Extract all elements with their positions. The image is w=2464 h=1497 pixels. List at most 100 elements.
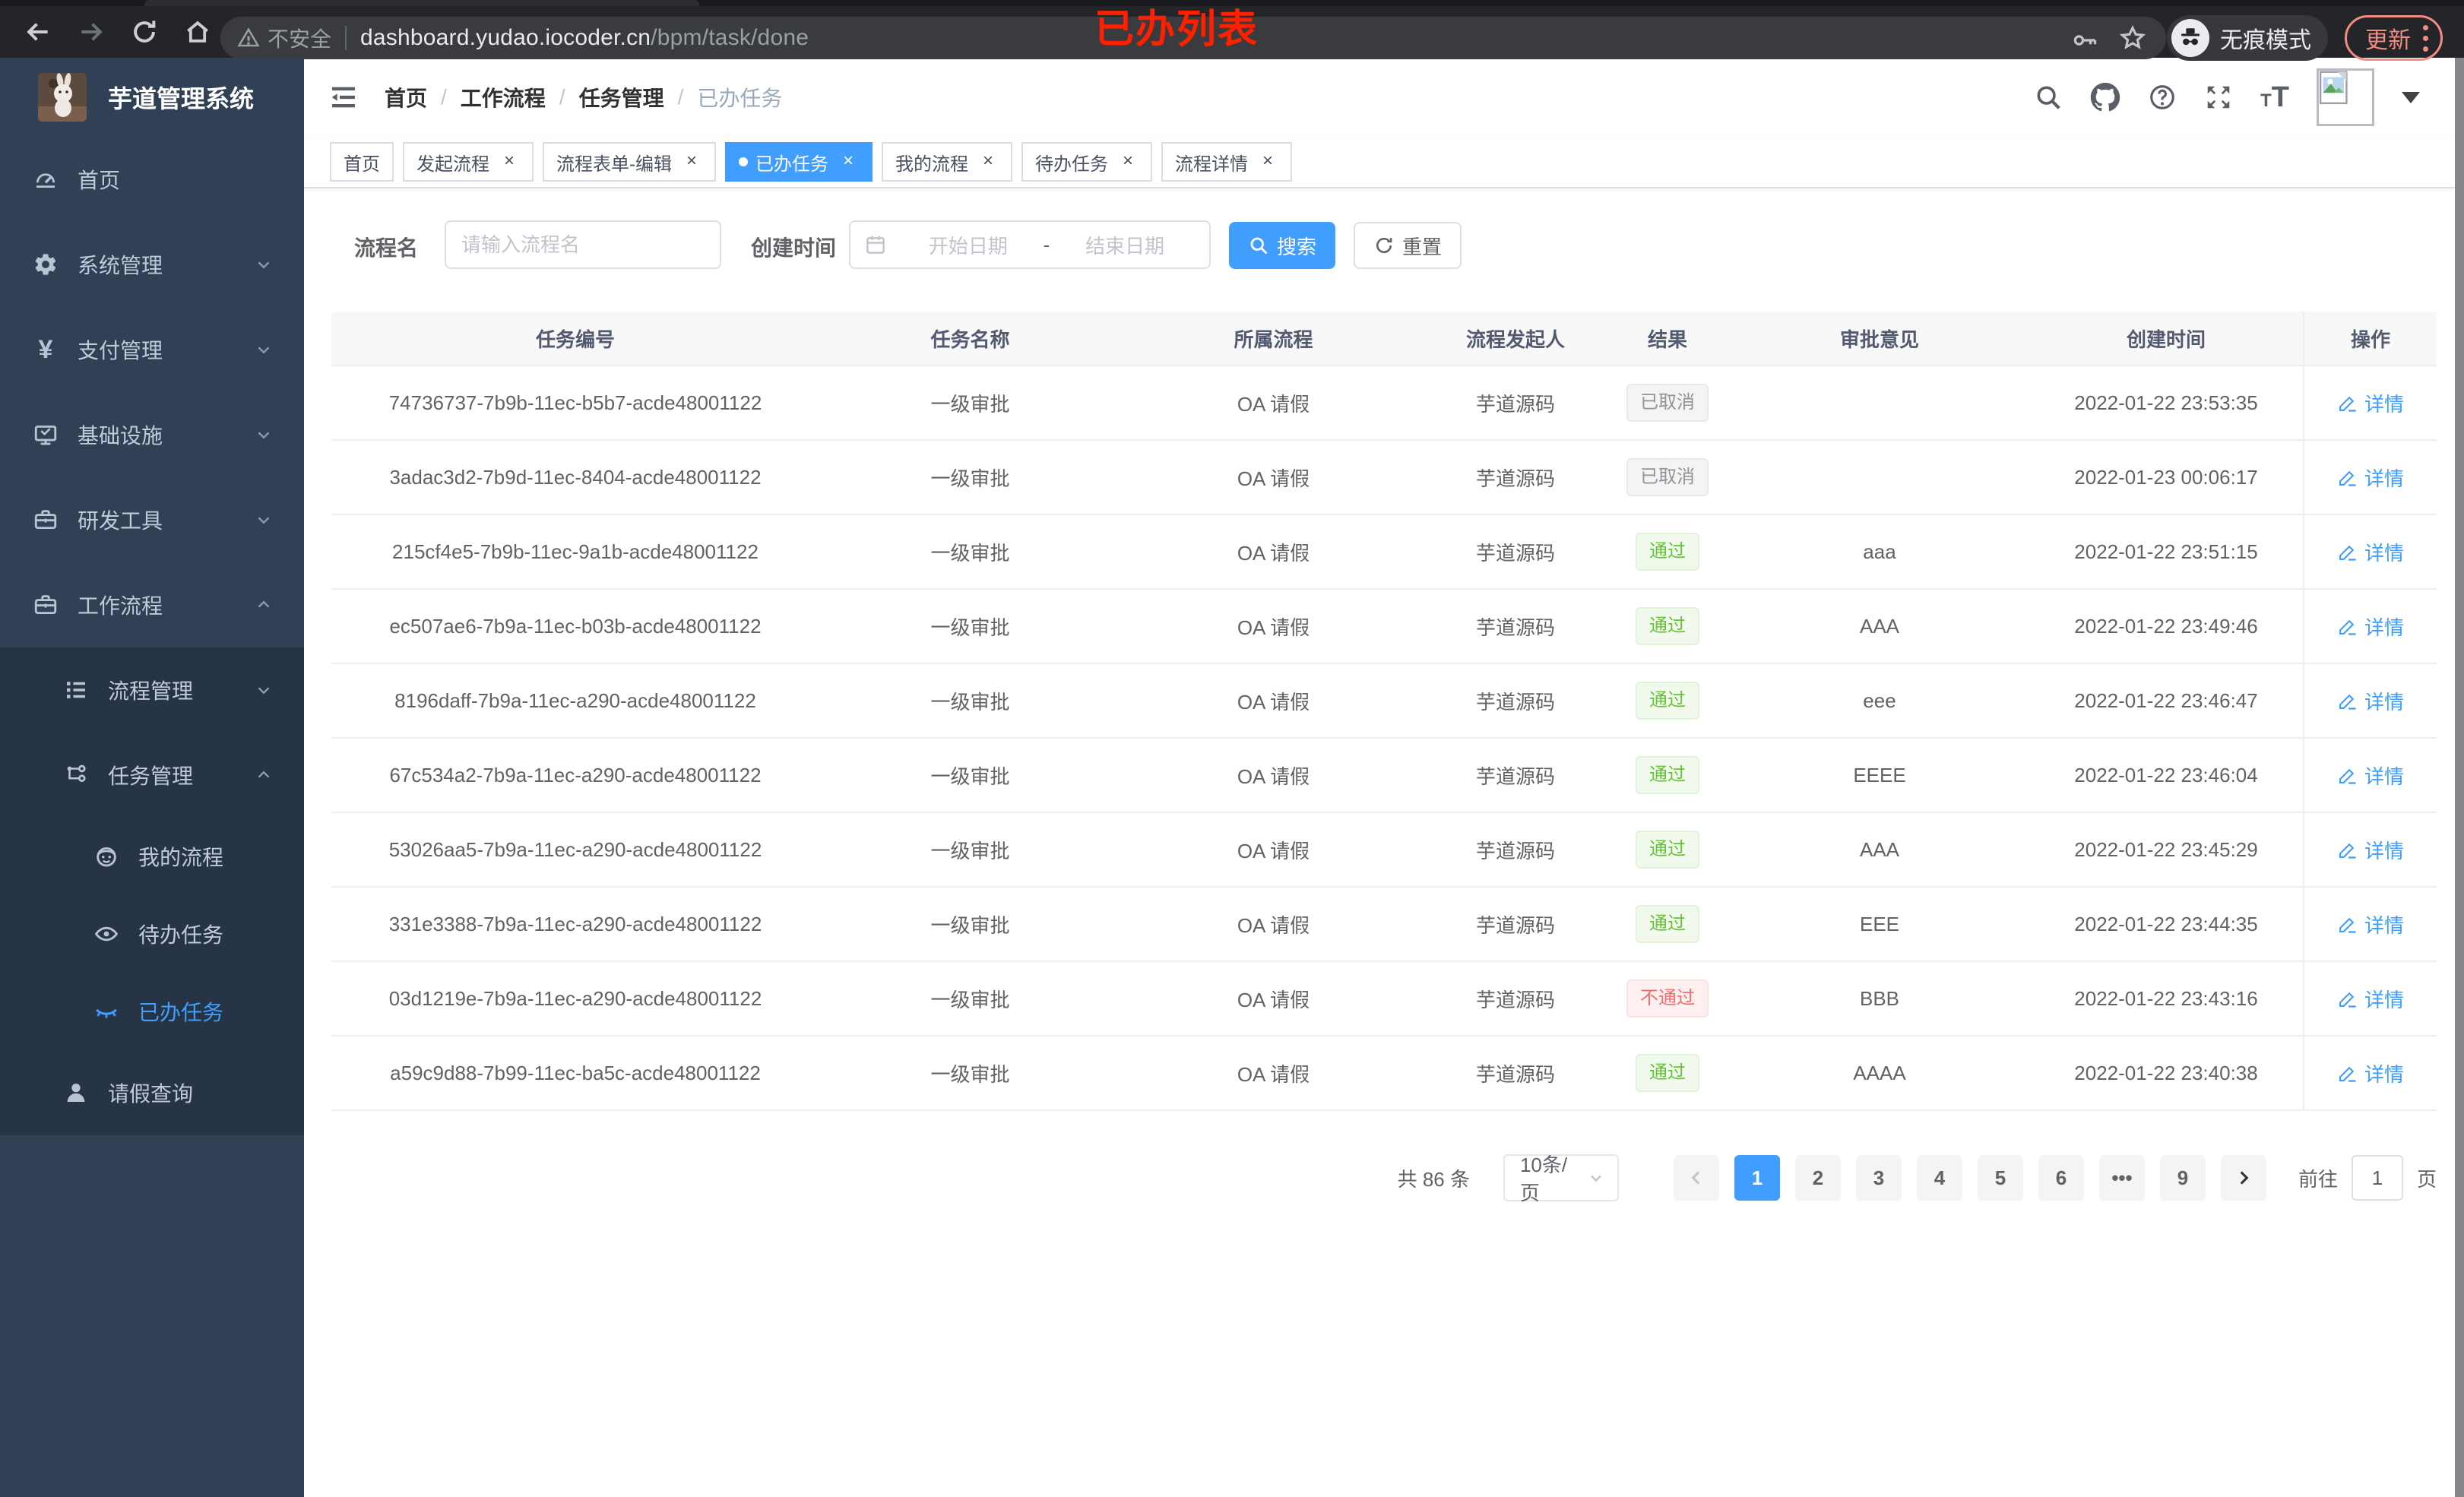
tab-已办任务[interactable]: 已办任务 × — [725, 142, 873, 182]
github-icon[interactable] — [2090, 82, 2120, 112]
fullscreen-icon[interactable] — [2204, 83, 2233, 112]
browser-update-button[interactable]: 更新 — [2345, 15, 2443, 61]
tab-我的流程[interactable]: 我的流程 × — [882, 142, 1012, 182]
forward-button[interactable] — [74, 15, 108, 49]
cell-task-id: ec507ae6-7b9a-11ec-b03b-acde48001122 — [389, 614, 762, 638]
breadcrumb-item-首页[interactable]: 首页 — [385, 82, 427, 112]
page-button-2[interactable]: 2 — [1794, 1155, 1841, 1201]
sidebar-item-工作流程[interactable]: 工作流程 — [0, 562, 304, 647]
page-button-6[interactable]: 6 — [2038, 1155, 2084, 1201]
cell-created-time: 2022-01-22 23:45:29 — [2074, 837, 2258, 861]
sidebar-item-基础设施[interactable]: 基础设施 — [0, 392, 304, 477]
table-header-row: 任务编号 任务名称 所属流程 流程发起人 结果 审批意见 创建时间 操作 — [331, 312, 2437, 365]
cell-process: OA 请假 — [1237, 392, 1310, 416]
pencil-icon — [2337, 690, 2358, 711]
browser-menu-icon[interactable] — [2423, 24, 2428, 52]
detail-link[interactable]: 详情 — [2337, 389, 2404, 417]
detail-link[interactable]: 详情 — [2337, 985, 2404, 1013]
goto-page-input[interactable] — [2351, 1155, 2403, 1201]
detail-link[interactable]: 详情 — [2337, 1059, 2404, 1087]
close-icon[interactable]: × — [1117, 151, 1139, 172]
page-button-4[interactable]: 4 — [1916, 1155, 1962, 1201]
gear-icon — [30, 252, 61, 277]
bookmark-star-icon[interactable] — [2118, 24, 2147, 52]
detail-link[interactable]: 详情 — [2337, 836, 2404, 864]
font-size-icon[interactable]: TT — [2260, 81, 2289, 114]
detail-link[interactable]: 详情 — [2337, 538, 2404, 566]
process-name-input[interactable] — [445, 220, 721, 269]
back-button[interactable] — [21, 15, 55, 49]
reset-button[interactable]: 重置 — [1354, 222, 1462, 269]
total-count: 共 86 条 — [1397, 1167, 1470, 1191]
app-logo-row[interactable]: 芋道管理系统 — [0, 58, 304, 137]
sidebar-item-首页[interactable]: 首页 — [0, 137, 304, 222]
sidebar-item-流程管理[interactable]: 流程管理 — [0, 647, 304, 733]
home-button[interactable] — [181, 15, 214, 49]
sidebar-item-支付管理[interactable]: ¥ 支付管理 — [0, 307, 304, 392]
detail-link[interactable]: 详情 — [2337, 761, 2404, 790]
sidebar-item-待办任务[interactable]: 待办任务 — [0, 895, 304, 973]
cell-created-time: 2022-01-22 23:49:46 — [2074, 614, 2258, 638]
page-unit-label: 页 — [2416, 1167, 2437, 1191]
pencil-icon — [2337, 913, 2358, 935]
breadcrumb-item-任务管理[interactable]: 任务管理 — [579, 82, 664, 112]
detail-link[interactable]: 详情 — [2337, 687, 2404, 715]
sidebar-item-系统管理[interactable]: 系统管理 — [0, 222, 304, 307]
page-size-select[interactable]: 10条/页 — [1503, 1154, 1619, 1204]
cell-created-time: 2022-01-22 23:53:35 — [2074, 391, 2258, 414]
sidebar-collapse-icon[interactable] — [328, 82, 359, 112]
reload-button[interactable] — [128, 15, 161, 49]
scrollbar-strip[interactable] — [2455, 58, 2464, 1497]
cell-comment: EEEE — [1853, 763, 1906, 786]
tab-首页[interactable]: 首页 — [330, 142, 394, 182]
sidebar-item-label: 待办任务 — [138, 923, 224, 947]
next-page-button[interactable] — [2220, 1155, 2266, 1201]
table-row: 8196daff-7b9a-11ec-a290-acde48001122 一级审批… — [331, 663, 2437, 737]
status-badge: 已取消 — [1626, 384, 1709, 422]
app-logo-rabbit-image — [38, 73, 87, 122]
cell-result: 通过 — [1605, 682, 1730, 720]
detail-link[interactable]: 详情 — [2337, 612, 2404, 641]
cell-result: 通过 — [1605, 1054, 1730, 1092]
tab-流程详情[interactable]: 流程详情 × — [1161, 142, 1292, 182]
page-button-3[interactable]: 3 — [1855, 1155, 1902, 1201]
avatar-dropdown-caret[interactable] — [2402, 91, 2420, 103]
sidebar-item-请假查询[interactable]: 请假查询 — [0, 1050, 304, 1135]
tab-label: 流程表单-编辑 — [556, 153, 672, 175]
sidebar-item-任务管理[interactable]: 任务管理 — [0, 733, 304, 818]
sidebar-item-我的流程[interactable]: 我的流程 — [0, 818, 304, 895]
create-time-range-picker[interactable]: 开始日期 - 结束日期 — [849, 220, 1211, 269]
toolbox-icon — [30, 507, 61, 533]
detail-link[interactable]: 详情 — [2337, 464, 2404, 492]
help-icon[interactable] — [2148, 83, 2177, 112]
page-button-5[interactable]: 5 — [1977, 1155, 2023, 1201]
sidebar-item-研发工具[interactable]: 研发工具 — [0, 477, 304, 562]
tab-发起流程[interactable]: 发起流程 × — [403, 142, 534, 182]
cell-process: OA 请假 — [1237, 839, 1310, 862]
page-button-1[interactable]: 1 — [1734, 1155, 1780, 1201]
sidebar-item-label: 基础设施 — [78, 424, 163, 448]
detail-link[interactable]: 详情 — [2337, 910, 2404, 938]
chevron-up-icon — [254, 595, 274, 615]
tab-流程表单-编辑[interactable]: 流程表单-编辑 × — [543, 142, 716, 182]
close-icon[interactable]: × — [499, 151, 520, 172]
sidebar-item-已办任务[interactable]: 已办任务 — [0, 973, 304, 1050]
tab-待办任务[interactable]: 待办任务 × — [1021, 142, 1152, 182]
close-icon[interactable]: × — [977, 151, 999, 172]
password-key-icon[interactable] — [2071, 24, 2098, 52]
start-date-placeholder[interactable]: 开始日期 — [898, 231, 1039, 259]
search-button[interactable]: 搜索 — [1229, 222, 1335, 269]
cell-task-name: 一级审批 — [930, 690, 1010, 714]
more-pages-button[interactable]: ••• — [2098, 1155, 2145, 1201]
prev-page-button[interactable] — [1673, 1155, 1719, 1201]
search-icon[interactable] — [2034, 83, 2063, 112]
close-icon[interactable]: × — [1257, 151, 1278, 172]
close-icon[interactable]: × — [681, 151, 702, 172]
end-date-placeholder[interactable]: 结束日期 — [1054, 231, 1196, 259]
breadcrumb-item-工作流程[interactable]: 工作流程 — [461, 82, 546, 112]
cell-operation: 详情 — [2303, 590, 2437, 663]
page-button-9[interactable]: 9 — [2159, 1155, 2206, 1201]
cell-task-id: 53026aa5-7b9a-11ec-a290-acde48001122 — [388, 837, 762, 861]
close-icon[interactable]: × — [838, 151, 859, 172]
avatar[interactable] — [2317, 68, 2374, 126]
